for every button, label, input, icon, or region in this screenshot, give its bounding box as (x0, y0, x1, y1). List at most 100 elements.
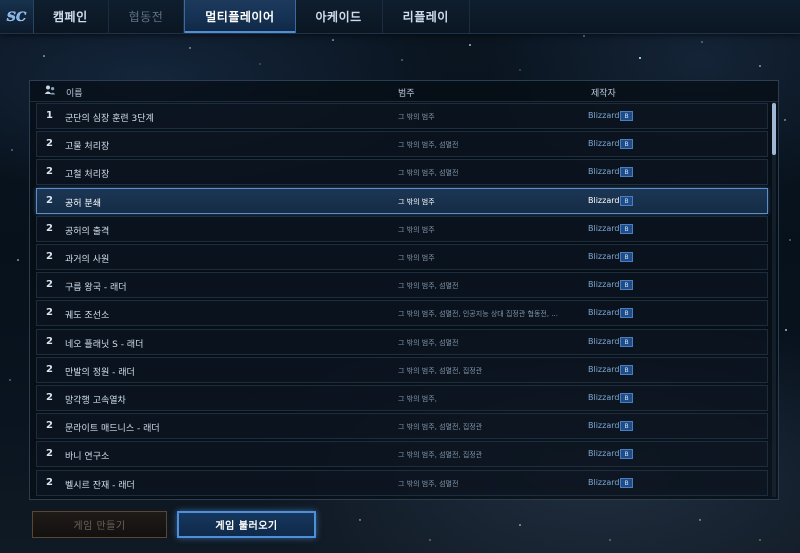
tab-campaign[interactable]: 캠페인 (33, 0, 109, 33)
blizzard-badge-icon: B (620, 393, 633, 403)
column-header-author[interactable]: 제작자 (591, 86, 616, 99)
map-name: 네오 플래닛 S - 래더 (65, 339, 144, 350)
table-row[interactable]: 2 과거의 사원 그 밖의 범주 Blizzard B (36, 244, 768, 270)
player-count: 2 (46, 448, 53, 460)
map-list-panel: 이름 범주 제작자 1 군단의 심장 훈련 3단계 그 밖의 범주 Blizzard B… (29, 80, 779, 500)
svg-text:SC: SC (7, 10, 27, 25)
map-author: Blizzard (588, 280, 620, 290)
map-author: Blizzard (588, 336, 620, 346)
map-category: 그 밖의 범주, (398, 395, 437, 403)
map-category: 그 밖의 범주, 섬멸전 (398, 282, 459, 291)
map-name: 과거의 사원 (65, 255, 110, 265)
map-author: Blizzard (588, 477, 620, 487)
table-row[interactable]: 2 벨시르 잔재 - 래더 그 밖의 범주, 섬멸전 Blizzard B (36, 469, 768, 496)
table-row[interactable]: 2 궤도 조선소 그 밖의 범주, 섬멸전, 인공지능 상대 집정관 협동전, ..… (36, 300, 768, 327)
map-category: 그 밖의 범주 (398, 254, 435, 262)
table-row[interactable]: 2 망각행 고속열차 그 밖의 범주, Blizzard B (36, 385, 768, 411)
blizzard-badge-icon: B (620, 308, 633, 319)
table-row[interactable]: 1 군단의 심장 훈련 3단계 그 밖의 범주 Blizzard B (36, 103, 768, 129)
map-author: Blizzard (588, 364, 620, 374)
main-tabs: 캠페인 협동전 멀티플레이어 아케이드 리플레이 (33, 0, 470, 33)
map-category: 그 밖의 범주, 섬멸전 (398, 169, 459, 178)
load-game-button[interactable]: 게임 불러오기 (177, 511, 316, 538)
map-category: 그 밖의 범주, 섬멸전, 인공지능 상대 집정관 협동전, ... (398, 310, 558, 319)
blizzard-badge-icon: B (620, 449, 633, 460)
tab-replays[interactable]: 리플레이 (383, 0, 470, 33)
blizzard-badge-icon: B (620, 421, 633, 432)
table-row[interactable]: 2 만발의 정원 - 래더 그 밖의 범주, 섬멸전, 집정관 Blizzard B (36, 356, 768, 383)
blizzard-badge-icon: B (620, 364, 633, 375)
player-count: 2 (46, 392, 53, 403)
map-name: 구름 왕국 - 래더 (65, 283, 127, 294)
map-name: 만발의 정원 - 래더 (65, 367, 135, 378)
blizzard-badge-icon: B (620, 139, 633, 150)
map-author: Blizzard (588, 111, 620, 120)
map-author: Blizzard (588, 167, 620, 177)
table-row[interactable]: 2 문라이트 매드니스 - 래더 그 밖의 범주, 섬멸전, 집정관 Blizzard… (36, 413, 768, 440)
player-count: 1 (46, 110, 53, 121)
table-row[interactable]: 2 구름 왕국 - 래더 그 밖의 범주, 섬멸전 Blizzard B (36, 272, 768, 299)
player-count: 2 (46, 194, 53, 206)
map-author: Blizzard (588, 421, 620, 431)
player-count: 2 (46, 307, 53, 319)
create-game-button[interactable]: 게임 만들기 (32, 511, 167, 538)
table-header: 이름 범주 제작자 (30, 81, 778, 102)
player-count: 2 (46, 166, 53, 178)
player-count: 2 (46, 335, 53, 347)
map-name: 고철 처리장 (65, 170, 110, 181)
player-count: 2 (46, 138, 53, 150)
map-category: 그 밖의 범주, 섬멸전, 집정관 (398, 366, 483, 375)
blizzard-badge-icon: B (620, 280, 633, 291)
table-row[interactable]: 2 네오 플래닛 S - 래더 그 밖의 범주, 섬멸전 Blizzard B (36, 328, 768, 355)
tab-coop[interactable]: 협동전 (109, 0, 185, 33)
map-name: 공허의 출격 (65, 226, 110, 237)
blizzard-badge-icon: B (620, 336, 633, 347)
player-count: 2 (46, 420, 53, 432)
player-count: 2 (46, 279, 53, 291)
player-count: 2 (46, 363, 53, 375)
table-row[interactable]: 2 고물 처리장 그 밖의 범주, 섬멸전 Blizzard B (36, 131, 768, 158)
map-category: 그 밖의 범주, 섬멸전 (398, 338, 459, 347)
map-category: 그 밖의 범주 (398, 113, 435, 121)
map-category: 그 밖의 범주, 섬멸전, 집정관 (398, 423, 483, 432)
players-icon[interactable] (44, 84, 56, 96)
map-category: 그 밖의 범주, 섬멸전, 집정관 (398, 451, 483, 460)
blizzard-badge-icon: B (620, 223, 633, 234)
player-count: 2 (46, 251, 53, 262)
column-header-name[interactable]: 이름 (66, 86, 83, 99)
player-count: 2 (46, 222, 53, 234)
blizzard-badge-icon: B (620, 477, 633, 488)
map-author: Blizzard (588, 393, 620, 402)
table-row[interactable]: 2 고철 처리장 그 밖의 범주, 섬멸전 Blizzard B (36, 159, 768, 186)
map-name: 군단의 심장 훈련 3단계 (65, 114, 154, 124)
table-row[interactable]: 2 공허의 출격 그 밖의 범주 Blizzard B (36, 215, 768, 242)
map-category: 그 밖의 범주, 섬멸전 (398, 479, 459, 488)
map-name: 궤도 조선소 (65, 311, 110, 322)
table-row[interactable]: 2 바니 연구소 그 밖의 범주, 섬멸전, 집정관 Blizzard B (36, 441, 768, 468)
map-name: 벨시르 잔재 - 래더 (65, 480, 135, 491)
map-author: Blizzard (588, 195, 620, 205)
blizzard-badge-icon: B (620, 111, 633, 121)
player-count: 2 (46, 476, 53, 488)
map-category: 그 밖의 범주 (398, 225, 435, 234)
map-author: Blizzard (588, 223, 620, 233)
blizzard-badge-icon: B (620, 195, 633, 206)
map-name: 고물 처리장 (65, 142, 110, 153)
sc-logo-icon: SC (6, 10, 27, 25)
map-category: 그 밖의 범주, 섬멸전 (398, 141, 459, 150)
map-name: 공허 분쇄 (65, 198, 101, 209)
scrollbar-thumb[interactable] (772, 103, 776, 155)
map-name: 바니 연구소 (65, 452, 110, 463)
top-nav-bar: SC 캠페인 협동전 멀티플레이어 아케이드 리플레이 (0, 0, 800, 34)
blizzard-badge-icon: B (620, 252, 633, 262)
list-scrollbar[interactable] (772, 101, 776, 497)
tab-multiplayer[interactable]: 멀티플레이어 (184, 0, 296, 33)
blizzard-badge-icon: B (620, 167, 633, 178)
map-name: 문라이트 매드니스 - 래더 (65, 424, 160, 435)
map-author: Blizzard (588, 139, 620, 149)
table-row[interactable]: 2 공허 분쇄 그 밖의 범주 Blizzard B (36, 187, 768, 214)
tab-arcade[interactable]: 아케이드 (296, 0, 383, 33)
map-category: 그 밖의 범주 (398, 197, 435, 206)
column-header-category[interactable]: 범주 (398, 86, 415, 99)
starcraft-logo[interactable]: SC (0, 0, 34, 33)
